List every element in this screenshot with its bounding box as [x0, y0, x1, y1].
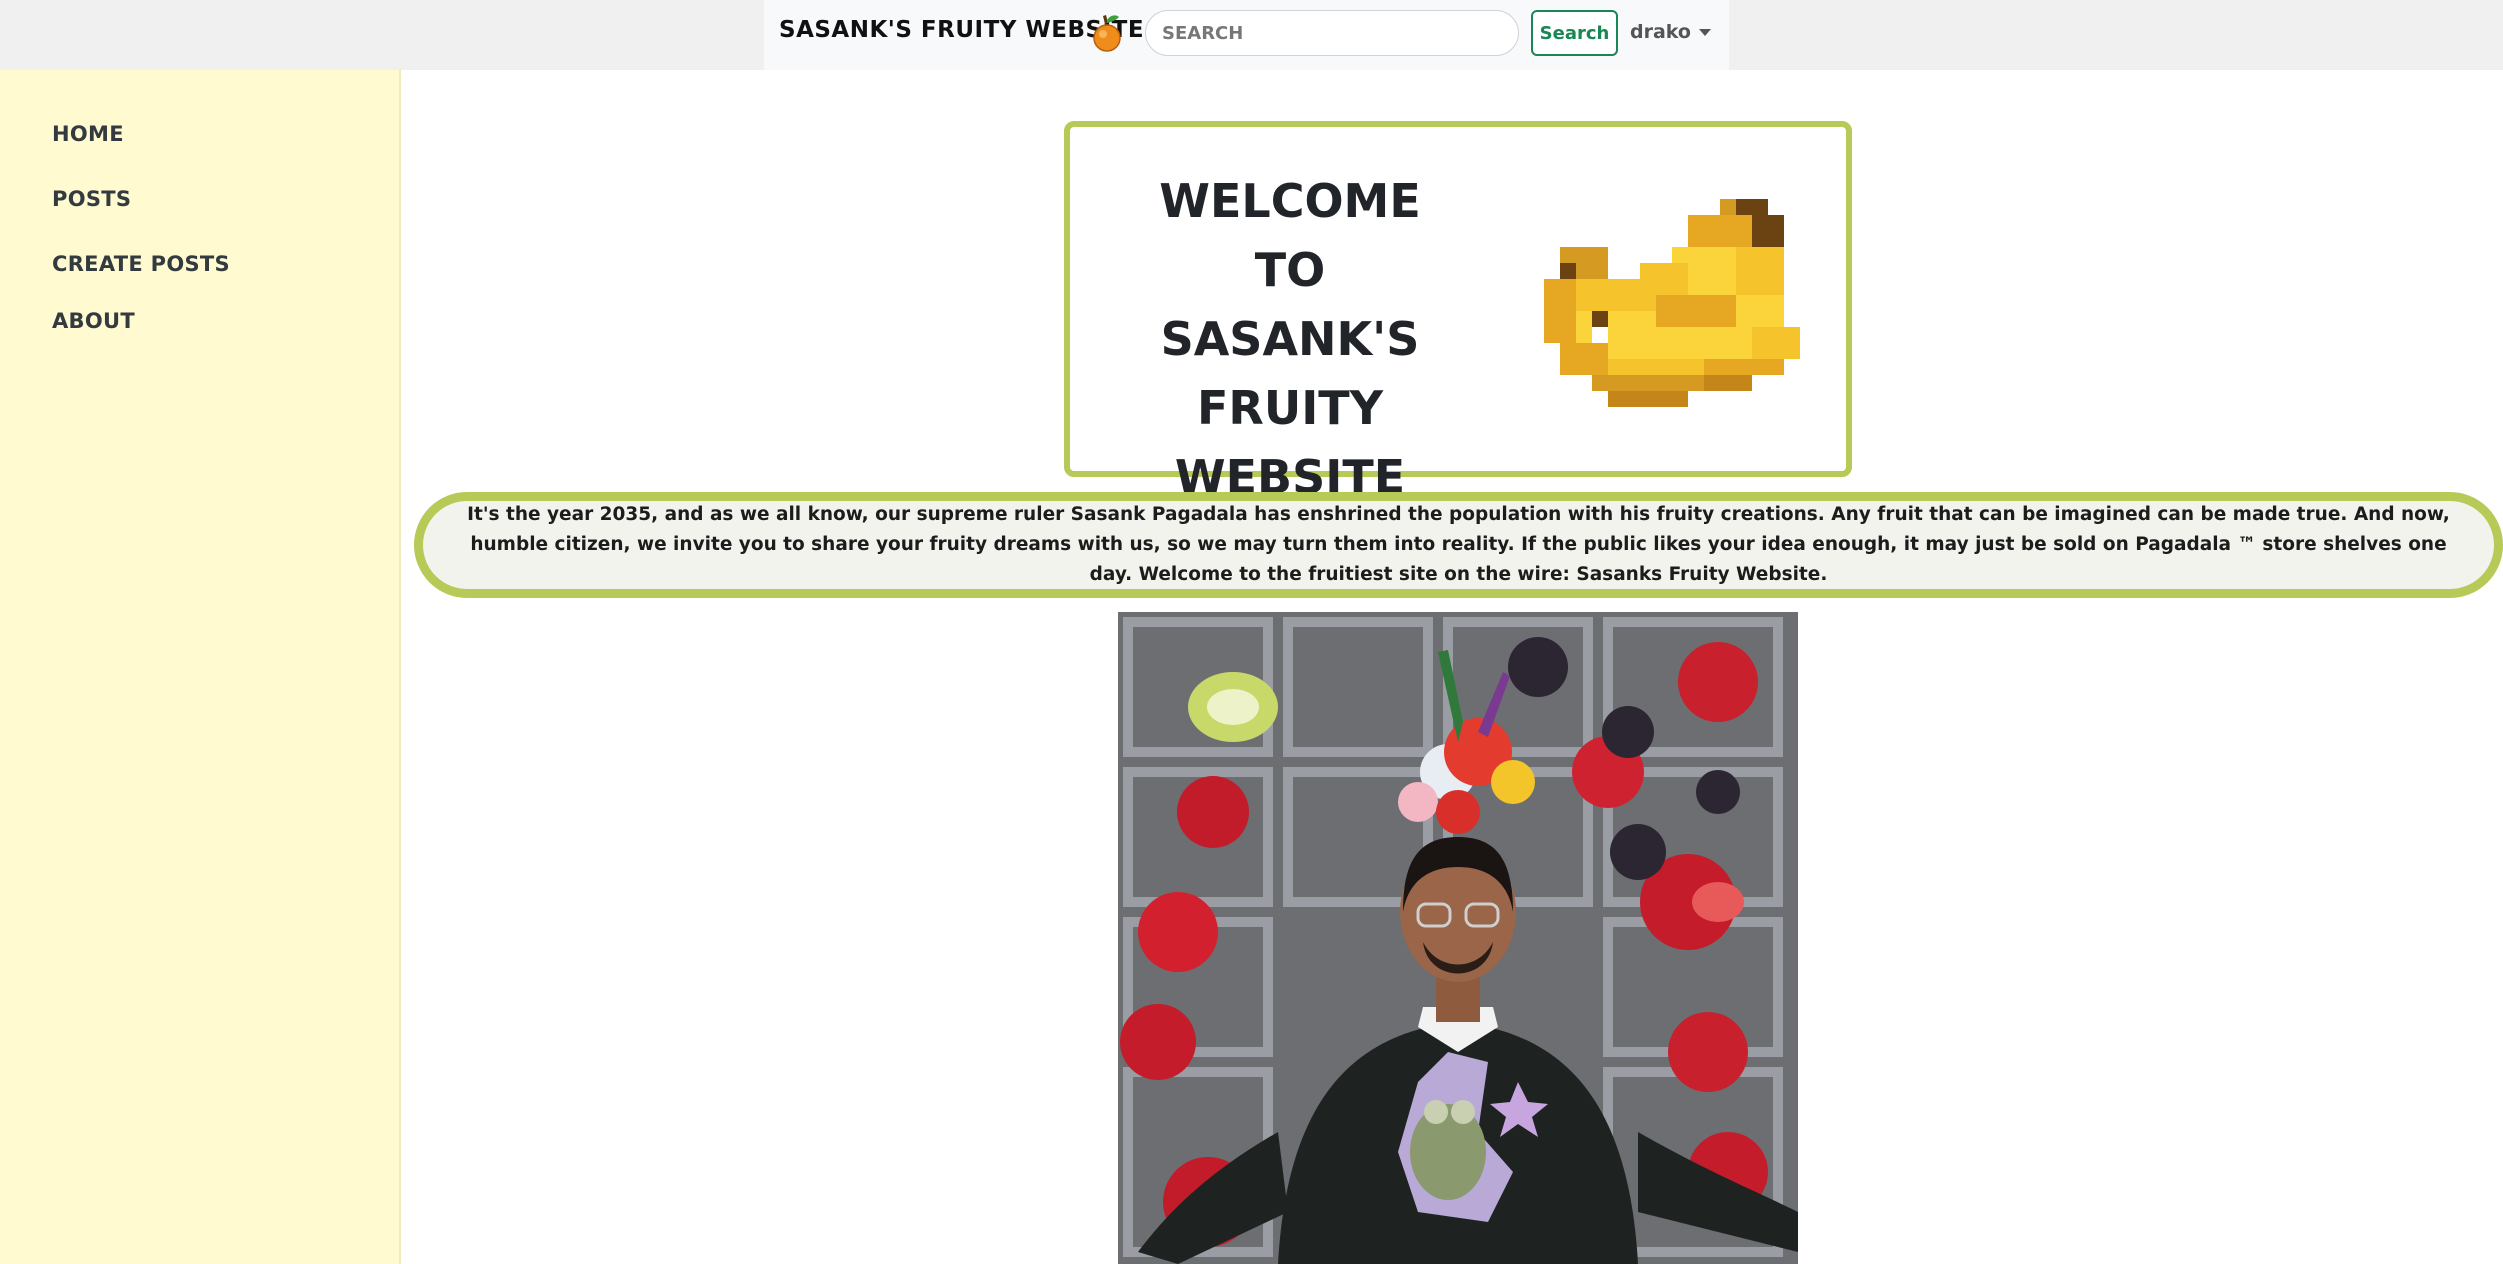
orange-icon: [1093, 15, 1121, 52]
sidebar-item-home[interactable]: HOME: [52, 122, 124, 146]
sidebar: HOME POSTS CREATE POSTS ABOUT: [0, 70, 401, 1264]
search-input[interactable]: [1145, 10, 1519, 56]
user-dropdown[interactable]: drako: [1630, 21, 1711, 43]
welcome-line: WELCOME: [1159, 174, 1421, 228]
pixel-banana-image: [1544, 199, 1800, 407]
sidebar-item-posts[interactable]: POSTS: [52, 187, 131, 211]
featured-photo: [1118, 612, 1798, 1264]
sidebar-item-about[interactable]: ABOUT: [52, 309, 135, 333]
sidebar-item-create-posts[interactable]: CREATE POSTS: [52, 252, 230, 276]
photo-illustration: [1118, 612, 1798, 1264]
welcome-line: SASANK'S FRUITY: [1160, 312, 1420, 435]
navbar: SASANK'S FRUITY WEBSITE Search drako: [764, 0, 1729, 70]
welcome-card: WELCOME TO SASANK'S FRUITY WEBSITE: [1064, 121, 1852, 504]
welcome-heading: WELCOME TO SASANK'S FRUITY WEBSITE: [1090, 167, 1490, 512]
chevron-down-icon: [1698, 29, 1711, 36]
user-name: drako: [1630, 21, 1691, 43]
welcome-line: TO: [1254, 243, 1326, 297]
intro-banner: It's the year 2035, and as we all know, …: [414, 492, 2503, 598]
search-button[interactable]: Search: [1531, 10, 1618, 56]
